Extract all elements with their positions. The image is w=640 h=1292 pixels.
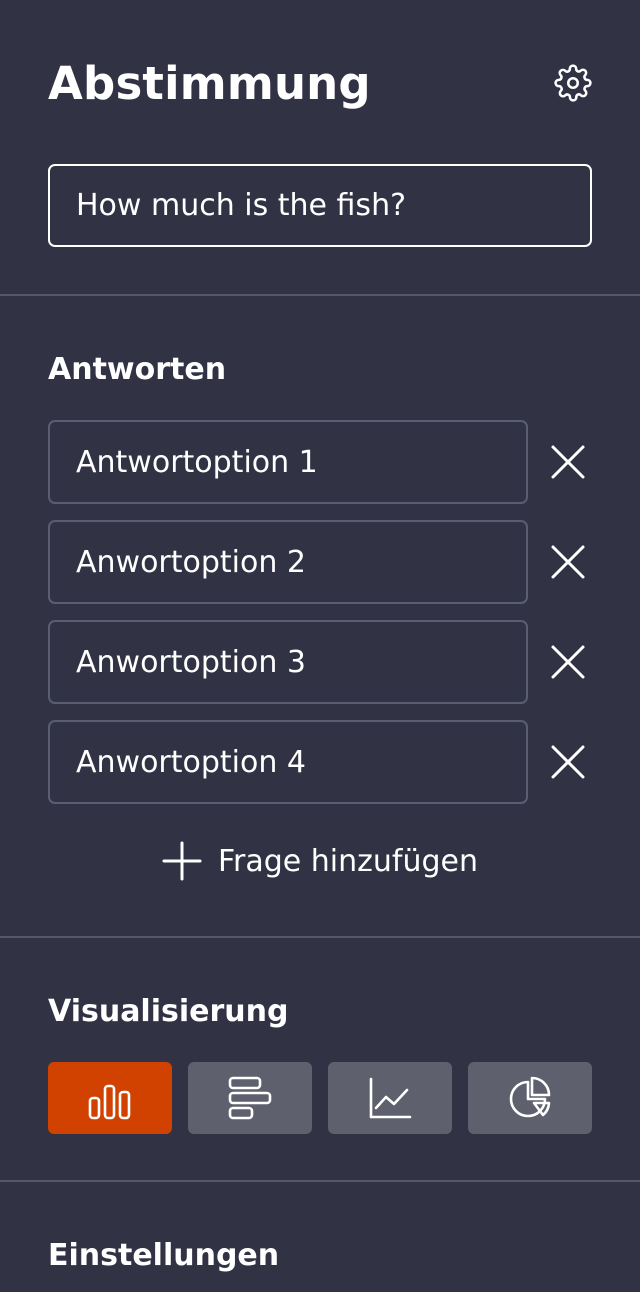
viz-line-chart-button[interactable] (328, 1062, 452, 1134)
panel-header: Abstimmung (48, 50, 592, 120)
answer-row (48, 620, 592, 704)
visualization-heading: Visualisierung (48, 994, 289, 1029)
answers-heading: Antworten (48, 352, 227, 387)
remove-answer-1-button[interactable] (544, 438, 592, 486)
viz-bar-chart-button[interactable] (48, 1062, 172, 1134)
close-icon (551, 545, 585, 579)
settings-button[interactable] (554, 64, 592, 102)
remove-answer-4-button[interactable] (544, 738, 592, 786)
answer-option-3-input[interactable] (48, 620, 528, 704)
answer-option-1-input[interactable] (48, 420, 528, 504)
answer-row (48, 720, 592, 804)
plus-icon (162, 841, 202, 881)
close-icon (551, 645, 585, 679)
pie-chart-icon (509, 1076, 551, 1118)
page-title: Abstimmung (48, 57, 371, 110)
question-input[interactable] (48, 164, 592, 247)
viz-pie-chart-button[interactable] (468, 1062, 592, 1134)
section-divider (0, 294, 640, 296)
answer-option-2-input[interactable] (48, 520, 528, 604)
close-icon (551, 745, 585, 779)
answer-row (48, 520, 592, 604)
remove-answer-2-button[interactable] (544, 538, 592, 586)
close-icon (551, 445, 585, 479)
settings-heading: Einstellungen (48, 1238, 280, 1273)
add-question-label: Frage hinzufügen (217, 843, 479, 879)
section-divider (0, 1180, 640, 1182)
horizontal-bar-chart-icon (228, 1076, 272, 1120)
line-chart-icon (369, 1077, 412, 1119)
viz-horizontal-bar-chart-button[interactable] (188, 1062, 312, 1134)
add-question-button[interactable]: Frage hinzufügen (0, 836, 640, 886)
bar-chart-icon (88, 1084, 131, 1120)
section-divider (0, 936, 640, 938)
answer-option-4-input[interactable] (48, 720, 528, 804)
gear-icon (554, 64, 592, 102)
remove-answer-3-button[interactable] (544, 638, 592, 686)
answer-row (48, 420, 592, 504)
